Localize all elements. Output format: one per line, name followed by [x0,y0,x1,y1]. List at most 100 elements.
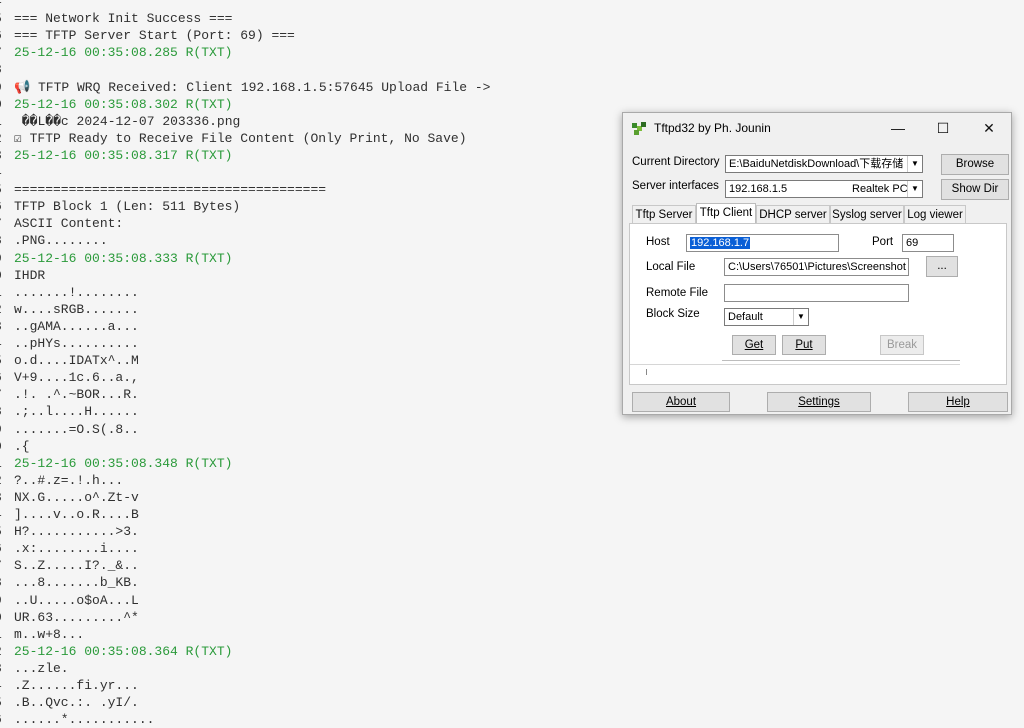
log-text: o.d....IDATx^..M [14,353,139,369]
log-text: w....sRGB....... [14,301,139,317]
log-text: ..pHYs.......... [14,336,139,351]
line-number: 9 [0,421,10,438]
log-text: === TFTP Server Start (Port: 69) === [14,28,295,44]
line-number: 8 [0,61,10,78]
port-label: Port [872,236,894,248]
line-number: 6 [0,540,10,557]
line-number: 8 [0,574,10,591]
show-dir-button[interactable]: Show Dir [941,179,1009,200]
tab-log-viewer[interactable]: Log viewer [904,205,966,223]
current-directory-label: Current Directory [632,156,720,168]
browse-local-file-button[interactable]: ... [926,256,958,277]
log-text: .;..l....H...... [14,404,139,420]
log-text: TFTP Block 1 (Len: 511 Bytes) [14,199,241,215]
tftpd32-window: Tftpd32 by Ph. Jounin — ☐ ✕ Current Dire… [622,112,1012,415]
block-size-value: Default [728,311,763,323]
chevron-down-icon[interactable]: ▼ [793,309,808,325]
break-button: Break [880,335,924,355]
line-number: 5 [0,352,10,369]
help-button[interactable]: Help [908,392,1008,412]
maximize-button[interactable]: ☐ [921,113,965,143]
remote-file-label: Remote File [646,287,708,299]
get-button[interactable]: Get [732,335,776,355]
log-text: NX.G.....o^.Zt-v [14,489,139,505]
line-number: 6 [0,198,10,215]
line-number: 4 [0,0,10,10]
log-text: .......!........ [14,284,139,300]
settings-button[interactable]: Settings [767,392,871,412]
line-number: 2 [0,643,10,660]
local-file-input[interactable]: C:\Users\76501\Pictures\Screenshot [724,258,909,276]
log-text: IHDR [14,267,46,283]
log-timestamp: 25-12-16 00:35:08.285 R(TXT) [14,45,233,61]
server-interface-ip: 192.168.1.5 [729,183,788,195]
tab-tftp-server[interactable]: Tftp Server [632,205,696,223]
current-directory-combo[interactable]: E:\BaiduNetdiskDownload\下载存储 ▼ [725,155,923,173]
chevron-down-icon[interactable]: ▼ [907,181,922,197]
line-number: 2 [0,301,10,318]
host-value: 192.168.1.7 [690,237,751,249]
log-text: .!. .^.~BOR...R. [14,387,139,403]
block-size-label: Block Size [646,308,700,320]
line-number: 9 [0,592,10,609]
remote-file-input[interactable] [724,284,909,302]
tab-syslog-server[interactable]: Syslog server [830,205,904,223]
tab-dhcp-server[interactable]: DHCP server [756,205,830,223]
log-text: .B..Qvc.:. .yI/. [14,695,139,711]
browse-button[interactable]: Browse [941,154,1009,175]
line-number: 5 [0,181,10,198]
log-text: ======================================== [14,182,327,198]
log-text: .Z......fi.yr... [14,678,139,693]
line-number: 0 [0,438,10,455]
block-size-select[interactable]: Default ▼ [724,308,809,326]
line-number: 4 [0,164,10,181]
put-button[interactable]: Put [782,335,826,355]
divider [722,360,960,361]
line-number: 4 [0,335,10,352]
line-number: 6 [0,369,10,386]
local-file-label: Local File [646,261,696,273]
app-icon [632,122,646,135]
log-text: ......*........... [14,712,155,728]
host-label: Host [646,236,670,248]
progress-bar [630,364,960,381]
tftp-client-panel: Host 192.168.1.7 Port 69 Local File C:\U… [629,223,1007,385]
log-text: === Network Init Success === [14,11,233,27]
log-text: .{ [14,438,30,454]
server-interfaces-combo[interactable]: 192.168.1.5 Realtek PC ▼ [725,180,923,198]
line-number: 5 [0,10,10,27]
line-number: 2 [0,130,10,147]
about-button[interactable]: About [632,392,730,412]
log-text: UR.63.........^* [14,609,139,625]
log-text: .PNG........ [14,233,108,249]
close-button[interactable]: ✕ [967,113,1011,143]
line-number: 2 [0,472,10,489]
line-number: 7 [0,215,10,232]
window-title: Tftpd32 by Ph. Jounin [654,121,771,135]
log-text: 📢 TFTP WRQ Received: Client 192.168.1.5:… [14,79,491,95]
log-timestamp: 25-12-16 00:35:08.317 R(TXT) [14,147,233,163]
host-input[interactable]: 192.168.1.7 [686,234,839,252]
title-bar[interactable]: Tftpd32 by Ph. Jounin — ☐ ✕ [623,113,1011,143]
minimize-button[interactable]: — [876,113,920,143]
current-directory-value: E:\BaiduNetdiskDownload\下载存储 [729,158,904,170]
chevron-down-icon[interactable]: ▼ [907,156,922,172]
progress-tick [646,369,647,375]
log-text: ...zle. [14,660,69,676]
log-text: ...8.......b_KB. [14,575,139,591]
line-number: 1 [0,284,10,301]
line-number: 7 [0,557,10,574]
line-number: 9 [0,79,10,96]
log-timestamp: 25-12-16 00:35:08.333 R(TXT) [14,250,233,266]
tab-tftp-client[interactable]: Tftp Client [696,203,756,224]
line-number: 3 [0,489,10,506]
line-number: 6 [0,711,10,728]
local-file-value: C:\Users\76501\Pictures\Screenshot [728,261,906,273]
port-input[interactable]: 69 [902,234,954,252]
port-value: 69 [906,237,919,249]
line-number: 5 [0,523,10,540]
log-text: ..U.....o$oA...L [14,592,139,608]
line-number: 9 [0,250,10,267]
line-number: 3 [0,318,10,335]
line-number: 8 [0,403,10,420]
